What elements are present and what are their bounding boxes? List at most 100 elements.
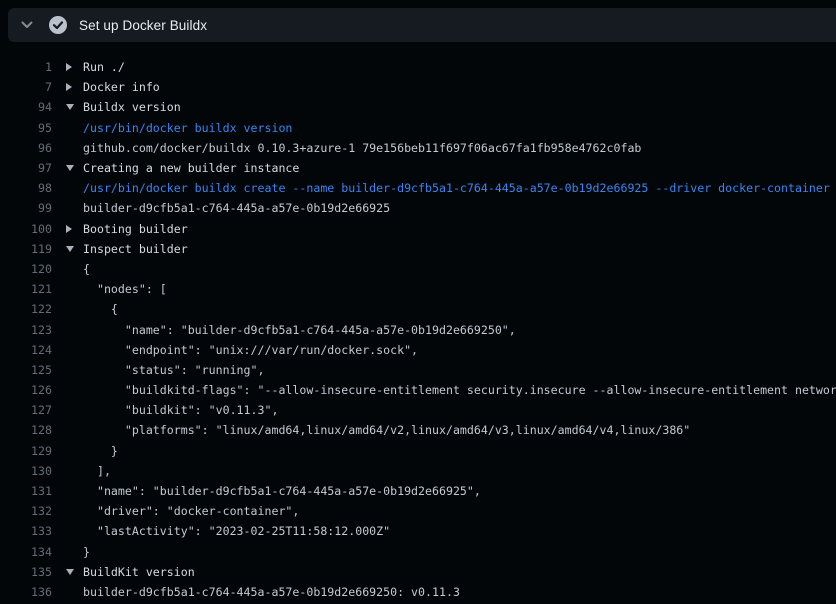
- log-text: "endpoint": "unix:///var/run/docker.sock…: [83, 343, 418, 357]
- command-text: /usr/bin/docker buildx version: [83, 121, 292, 135]
- log-line: 98/usr/bin/docker buildx create --name b…: [0, 178, 836, 198]
- log-line-content: "driver": "docker-container",: [66, 504, 836, 518]
- line-number-link[interactable]: 100: [0, 222, 52, 236]
- log-line-content: /usr/bin/docker buildx create --name bui…: [66, 181, 836, 195]
- line-number-link[interactable]: 99: [0, 201, 52, 215]
- log-text: "driver": "docker-container",: [83, 504, 299, 518]
- log-line: 136 builder-d9cfb5a1-c764-445a-a57e-0b19d…: [0, 582, 836, 602]
- log-text: builder-d9cfb5a1-c764-445a-a57e-0b19d2e6…: [83, 201, 390, 215]
- group-title: Booting builder: [83, 222, 188, 236]
- log-line: 134}: [0, 542, 836, 562]
- log-text: }: [83, 545, 90, 559]
- line-number-link[interactable]: 126: [0, 383, 52, 397]
- log-line[interactable]: 119 Inspect builder: [0, 239, 836, 259]
- log-line-content: "lastActivity": "2023-02-25T11:58:12.000…: [66, 524, 836, 538]
- line-number-link[interactable]: 96: [0, 141, 52, 155]
- line-number-link[interactable]: 136: [0, 585, 52, 599]
- log-line[interactable]: 1 Run ./: [0, 57, 836, 77]
- log-line: 122 {: [0, 299, 836, 319]
- log-line[interactable]: 7 Docker info: [0, 77, 836, 97]
- log-line-content: BuildKit version: [66, 565, 836, 579]
- log-line-content: "buildkitd-flags": "--allow-insecure-ent…: [66, 383, 836, 397]
- log-line: 121 "nodes": [: [0, 279, 836, 299]
- log-line-content: builder-d9cfb5a1-c764-445a-a57e-0b19d2e6…: [66, 585, 836, 599]
- group-title: Inspect builder: [83, 242, 188, 256]
- log-line: 131 "name": "builder-d9cfb5a1-c764-445a-…: [0, 481, 836, 501]
- log-line: 127 "buildkit": "v0.11.3",: [0, 400, 836, 420]
- log-line-content: /usr/bin/docker buildx version: [66, 121, 836, 135]
- line-number-link[interactable]: 125: [0, 363, 52, 377]
- status-check-icon: [48, 15, 68, 35]
- group-title: Creating a new builder instance: [83, 161, 299, 175]
- log-line[interactable]: 135 BuildKit version: [0, 562, 836, 582]
- line-number-link[interactable]: 129: [0, 444, 52, 458]
- group-collapsed-icon: [66, 225, 83, 233]
- step-title: Set up Docker Buildx: [79, 18, 207, 33]
- log-line-content: Run ./: [66, 60, 836, 74]
- log-line: 129 }: [0, 441, 836, 461]
- chevron-down-icon[interactable]: [21, 21, 35, 29]
- log-text: "buildkitd-flags": "--allow-insecure-ent…: [83, 383, 836, 397]
- log-line-content: Booting builder: [66, 222, 836, 236]
- log-text: "name": "builder-d9cfb5a1-c764-445a-a57e…: [83, 323, 516, 337]
- log-line-content: Docker info: [66, 80, 836, 94]
- log-line: 128 "platforms": "linux/amd64,linux/amd6…: [0, 420, 836, 440]
- log-container: 1Run ./7Docker info94Buildx version95/us…: [0, 42, 836, 602]
- log-line: 99 builder-d9cfb5a1-c764-445a-a57e-0b19d2…: [0, 198, 836, 218]
- log-line: 133 "lastActivity": "2023-02-25T11:58:12…: [0, 521, 836, 541]
- line-number-link[interactable]: 98: [0, 181, 52, 195]
- log-text: {: [83, 262, 90, 276]
- log-line[interactable]: 100 Booting builder: [0, 219, 836, 239]
- line-number-link[interactable]: 121: [0, 282, 52, 296]
- log-line: 95/usr/bin/docker buildx version: [0, 118, 836, 138]
- line-number-link[interactable]: 127: [0, 403, 52, 417]
- line-number-link[interactable]: 133: [0, 524, 52, 538]
- log-line: 124 "endpoint": "unix:///var/run/docker.…: [0, 340, 836, 360]
- line-number-link[interactable]: 132: [0, 504, 52, 518]
- line-number-link[interactable]: 120: [0, 262, 52, 276]
- log-text: "buildkit": "v0.11.3",: [83, 403, 278, 417]
- log-text: }: [83, 444, 118, 458]
- log-text: "nodes": [: [83, 282, 167, 296]
- log-line: 123 "name": "builder-d9cfb5a1-c764-445a-…: [0, 319, 836, 339]
- line-number-link[interactable]: 94: [0, 100, 52, 114]
- log-line-content: "platforms": "linux/amd64,linux/amd64/v2…: [66, 423, 836, 437]
- line-number-link[interactable]: 134: [0, 545, 52, 559]
- log-line: 130 ],: [0, 461, 836, 481]
- group-expanded-icon: [66, 569, 83, 575]
- line-number-link[interactable]: 7: [0, 80, 52, 94]
- line-number-link[interactable]: 124: [0, 343, 52, 357]
- group-expanded-icon: [66, 104, 83, 110]
- group-title: Docker info: [83, 80, 160, 94]
- group-expanded-icon: [66, 165, 83, 171]
- log-line[interactable]: 94Buildx version: [0, 97, 836, 117]
- log-line-content: builder-d9cfb5a1-c764-445a-a57e-0b19d2e6…: [66, 201, 836, 215]
- group-collapsed-icon: [66, 83, 83, 91]
- log-text: builder-d9cfb5a1-c764-445a-a57e-0b19d2e6…: [83, 585, 460, 599]
- log-text: "name": "builder-d9cfb5a1-c764-445a-a57e…: [83, 484, 481, 498]
- step-header[interactable]: Set up Docker Buildx: [8, 8, 836, 42]
- line-number-link[interactable]: 119: [0, 242, 52, 256]
- group-title: Run ./: [83, 60, 125, 74]
- log-line: 126 "buildkitd-flags": "--allow-insecure…: [0, 380, 836, 400]
- log-line[interactable]: 97 Creating a new builder instance: [0, 158, 836, 178]
- line-number-link[interactable]: 135: [0, 565, 52, 579]
- log-line-content: "endpoint": "unix:///var/run/docker.sock…: [66, 343, 836, 357]
- line-number-link[interactable]: 123: [0, 323, 52, 337]
- log-text: "platforms": "linux/amd64,linux/amd64/v2…: [83, 423, 690, 437]
- line-number-link[interactable]: 130: [0, 464, 52, 478]
- line-number-link[interactable]: 1: [0, 60, 52, 74]
- log-line-content: {: [66, 262, 836, 276]
- log-text: github.com/docker/buildx 0.10.3+azure-1 …: [83, 141, 641, 155]
- line-number-link[interactable]: 122: [0, 302, 52, 316]
- log-line-content: "nodes": [: [66, 282, 836, 296]
- line-number-link[interactable]: 128: [0, 423, 52, 437]
- log-line: 125 "status": "running",: [0, 360, 836, 380]
- log-text: "status": "running",: [83, 363, 264, 377]
- line-number-link[interactable]: 95: [0, 121, 52, 135]
- log-line-content: ],: [66, 464, 836, 478]
- log-line-content: "name": "builder-d9cfb5a1-c764-445a-a57e…: [66, 323, 836, 337]
- line-number-link[interactable]: 97: [0, 161, 52, 175]
- line-number-link[interactable]: 131: [0, 484, 52, 498]
- log-line-content: "name": "builder-d9cfb5a1-c764-445a-a57e…: [66, 484, 836, 498]
